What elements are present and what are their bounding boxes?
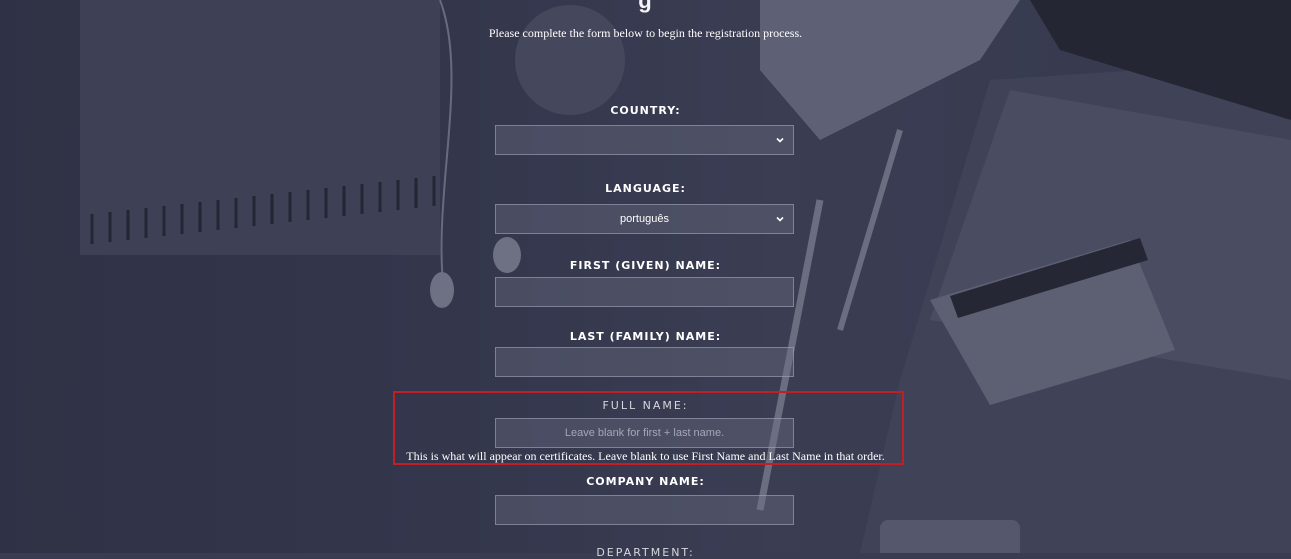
country-label: COUNTRY:: [610, 104, 681, 117]
language-value: português: [620, 213, 669, 225]
chevron-down-icon: [776, 137, 784, 143]
language-label: LANGUAGE:: [605, 182, 686, 195]
registration-form: g Please complete the form below to begi…: [0, 0, 1291, 559]
company-name-label: COMPANY NAME:: [586, 475, 705, 488]
language-select[interactable]: português: [495, 204, 794, 234]
country-select[interactable]: [495, 125, 794, 155]
chevron-down-icon: [776, 216, 784, 222]
first-name-label: FIRST (GIVEN) NAME:: [569, 259, 722, 272]
last-name-label: LAST (FAMILY) NAME:: [569, 330, 722, 343]
last-name-input[interactable]: [495, 347, 794, 377]
full-name-highlight-box: [393, 391, 904, 465]
intro-text: Please complete the form below to begin …: [488, 26, 803, 40]
company-name-input[interactable]: [495, 495, 794, 525]
page-title-fragment: g: [638, 0, 653, 13]
first-name-input[interactable]: [495, 277, 794, 307]
